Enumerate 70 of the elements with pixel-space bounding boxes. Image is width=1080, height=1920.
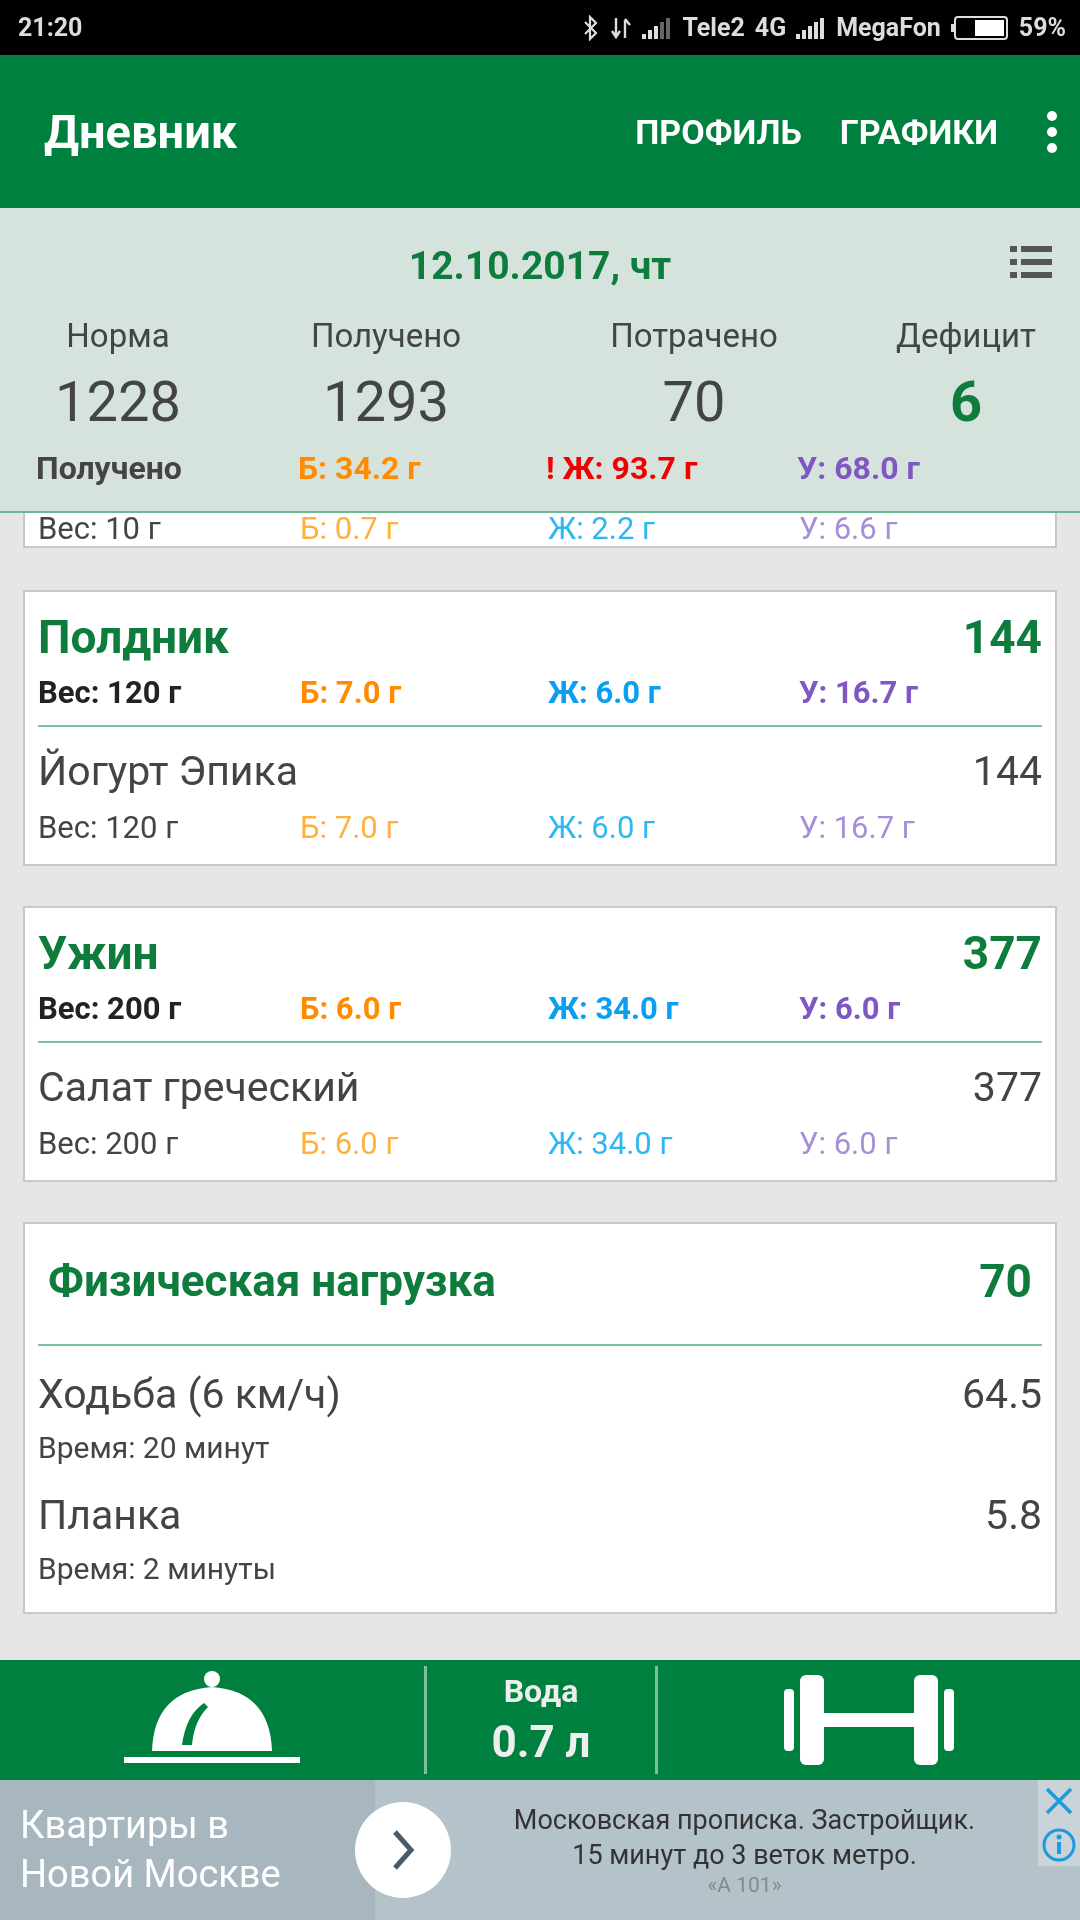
food-macro: Б: 6.0 г [300,1125,400,1162]
activity-calories: 70 [979,1254,1032,1308]
meal-macro: У: 16.7 г [799,674,920,711]
food-weight: Вес: 10 г [38,513,162,544]
carrier-name: Tele2 [682,13,745,42]
activity-title: Физическая нагрузка [48,1255,496,1307]
stat-label: Получено [310,316,462,355]
ad-advertiser: «А 101» [707,1873,782,1898]
stat-value: 70 [662,369,726,435]
meal-macro: У: 6.0 г [799,990,902,1027]
meal-weight: Вес: 200 г [38,990,183,1027]
stat-value: 1228 [55,369,181,435]
carrier-name: MegaFon [836,13,941,42]
dumbbell-icon[interactable] [784,1675,954,1765]
clock: 21:20 [18,13,83,42]
exercise-name[interactable]: Ходьба (6 км/ч) [38,1370,341,1418]
network-type: 4G [754,13,787,42]
macro-total: ! Ж: 93.7 г [546,449,699,487]
stat-value: 1293 [323,369,449,435]
food-weight: Вес: 200 г [38,1125,180,1162]
stat-value: 6 [949,369,983,435]
toolbar-tab[interactable]: ПРОФИЛЬ [623,101,814,162]
stat-label: Дефицит [896,316,1036,355]
food-name[interactable]: Йогурт Эпика [38,747,298,795]
food-macro: У: 16.7 г [799,809,916,846]
chevron-right-icon[interactable] [355,1802,451,1898]
meal-title: Ужин [38,926,159,980]
meal-macro: Б: 6.0 г [300,990,403,1027]
macro-total: Б: 34.2 г [298,449,422,487]
food-macro: Ж: 34.0 г [548,1125,674,1162]
food-macro: Ж: 2.2 г [548,513,657,544]
exercise-calories: 5.8 [985,1491,1042,1539]
signal-icon [796,16,827,39]
meal-macro: Ж: 6.0 г [548,674,662,711]
exercise-duration: Время: 20 минут [38,1430,271,1465]
meal-title: Полдник [38,610,229,664]
food-macro: Ж: 6.0 г [548,809,657,846]
macro-total: У: 68.0 г [797,449,921,487]
ad-banner[interactable]: Квартиры в Новой Москве Московская прописка. Застройщик. 15 минут до 3 веток метро. «А 101» [0,1780,1080,1920]
food-macro: У: 6.6 г [799,513,899,544]
food-calories: 377 [972,1063,1042,1111]
data-arrows-icon [610,15,633,40]
food-macro: Б: 0.7 г [300,513,400,544]
ad-headline: Квартиры в Новой Москве [20,1801,281,1898]
water-button[interactable]: Вода 0.7 л [427,1660,655,1780]
battery-icon [950,15,1009,40]
meal-macro: Б: 7.0 г [300,674,403,711]
ad-text: Московская прописка. Застройщик. 15 минут до 3 веток метро. [513,1802,976,1873]
food-macro: У: 6.0 г [799,1125,899,1162]
meal-weight: Вес: 120 г [38,674,183,711]
stat-label: Норма [66,316,170,355]
meal-calories: 144 [962,610,1042,664]
exercise-calories: 64.5 [962,1370,1042,1418]
food-macro: Б: 7.0 г [300,809,400,846]
food-name[interactable]: Салат греческий [38,1063,360,1111]
food-weight: Вес: 120 г [38,809,180,846]
stat-label: Потрачено [610,316,778,355]
meal-macro: Ж: 34.0 г [548,990,680,1027]
meal-calories: 377 [962,926,1042,980]
date-label[interactable]: 12.10.2017, чт [408,235,672,289]
toolbar-tab[interactable]: ГРАФИКИ [827,101,1010,162]
battery-percent: 59% [1018,13,1066,42]
list-icon[interactable] [1010,244,1052,280]
more-options-icon[interactable] [1046,109,1058,154]
exercise-duration: Время: 2 минуты [38,1551,277,1586]
macros-label: Получено [36,449,183,487]
signal-icon [642,16,673,39]
screen-title: Дневник [44,104,238,159]
exercise-name[interactable]: Планка [38,1491,182,1539]
food-calories: 144 [972,747,1042,795]
